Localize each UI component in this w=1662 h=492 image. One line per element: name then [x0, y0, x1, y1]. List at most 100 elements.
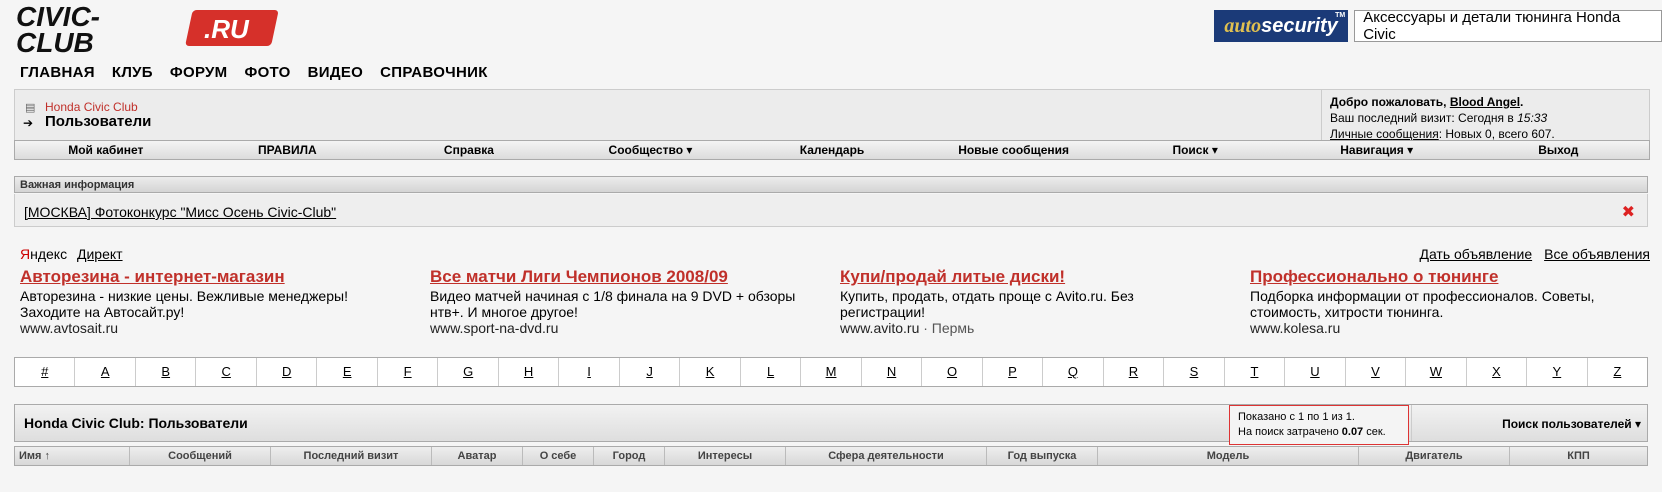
letter-link[interactable]: X [1467, 358, 1528, 386]
ad-url[interactable]: www.kolesa.ru [1250, 320, 1340, 336]
topnav-photo[interactable]: ФОТО [244, 64, 290, 81]
direct-link[interactable]: Директ [77, 246, 123, 262]
column-last-visit[interactable]: Последний визит [271, 447, 432, 465]
forum-menubar: Мой кабинет ПРАВИЛА Справка Сообщество ▾… [14, 140, 1650, 160]
users-table-header: Имя ↑ Сообщений Последний визит Аватар О… [14, 446, 1648, 466]
topnav-club[interactable]: КЛУБ [112, 64, 153, 81]
column-city: Город [594, 447, 665, 465]
ad-title[interactable]: Все матчи Лиги Чемпионов 2008/09 [430, 268, 800, 285]
alphabet-filter: # A B C D E F G H I J K L M N O P Q R S … [14, 357, 1648, 387]
logo-ru: .RU [204, 14, 250, 44]
letter-link[interactable]: S [1164, 358, 1225, 386]
menu-calendar[interactable]: Календарь [741, 143, 923, 157]
menu-new-posts[interactable]: Новые сообщения [923, 143, 1105, 157]
column-model: Модель [1098, 447, 1359, 465]
menu-navigation[interactable]: Навигация ▾ [1286, 143, 1468, 157]
autosecurity-banner[interactable]: auto security TM Аксессуары и детали тюни… [1214, 9, 1662, 43]
ad-geo: · Пермь [919, 320, 975, 336]
letter-link[interactable]: Q [1043, 358, 1104, 386]
ad-url[interactable]: www.avtosait.ru [20, 320, 118, 336]
letter-link[interactable]: G [438, 358, 499, 386]
menu-search[interactable]: Поиск ▾ [1104, 143, 1286, 157]
give-ad-link[interactable]: Дать объявление [1419, 246, 1532, 262]
important-info-body: [МОСКВА] Фотоконкурс "Мисс Осень Civic-C… [14, 194, 1648, 227]
close-icon[interactable]: ✖ [1622, 202, 1635, 222]
column-transmission: КПП [1567, 450, 1590, 462]
letter-link[interactable]: D [257, 358, 318, 386]
users-list-header: Honda Civic Club: Пользователи Показано … [14, 404, 1648, 445]
top-navigation: ГЛАВНАЯ КЛУБ ФОРУМ ФОТО ВИДЕО СПРАВОЧНИК [20, 64, 488, 81]
ad-title[interactable]: Купи/продай литые диски! [840, 268, 1190, 285]
letter-link[interactable]: R [1104, 358, 1165, 386]
welcome-greeting: Добро пожаловать, [1330, 95, 1447, 109]
search-time-unit: сек. [1366, 426, 1386, 438]
topnav-reference[interactable]: СПРАВОЧНИК [380, 64, 488, 81]
letter-link[interactable]: T [1225, 358, 1286, 386]
autosecurity-logo[interactable]: auto security TM [1214, 10, 1349, 42]
column-name[interactable]: Имя ↑ [15, 447, 130, 465]
letter-link[interactable]: B [136, 358, 197, 386]
last-visit-time: 15:33 [1517, 111, 1548, 125]
brand-logo-security: security [1261, 14, 1338, 37]
breadcrumb-link[interactable]: Honda Civic Club [45, 100, 138, 114]
yandex-logo-y[interactable]: Я [20, 246, 30, 262]
letter-link[interactable]: I [559, 358, 620, 386]
yandex-logo-rest[interactable]: ндекс [30, 246, 67, 262]
letter-link[interactable]: J [620, 358, 681, 386]
brand-logo-auto: auto [1224, 14, 1262, 37]
letter-link[interactable]: H [499, 358, 560, 386]
brand-tagline[interactable]: Аксессуары и детали тюнинга Honda Civic [1354, 9, 1662, 43]
important-info-header: Важная информация [14, 176, 1648, 193]
ad-url[interactable]: www.avito.ru [840, 320, 919, 336]
letter-link[interactable]: Z [1588, 358, 1647, 386]
letter-link[interactable]: Y [1527, 358, 1588, 386]
ad-title[interactable]: Профессионально о тюнинге [1250, 268, 1620, 285]
letter-link[interactable]: # [15, 358, 76, 386]
menu-logout[interactable]: Выход [1468, 143, 1650, 157]
logo-line2: CLUB [16, 27, 94, 56]
letter-link[interactable]: A [75, 358, 136, 386]
letter-link[interactable]: V [1346, 358, 1407, 386]
topnav-video[interactable]: ВИДЕО [308, 64, 363, 81]
letter-link[interactable]: E [317, 358, 378, 386]
letter-link[interactable]: W [1406, 358, 1467, 386]
site-logo[interactable]: CIVIC- CLUB .RU [14, 4, 294, 56]
menu-help[interactable]: Справка [378, 143, 560, 157]
ad-block: Профессионально о тюнинге Подборка инфор… [1250, 268, 1620, 336]
letter-link[interactable]: U [1285, 358, 1346, 386]
page-title: Пользователи [45, 113, 152, 130]
header-divider [1411, 405, 1412, 441]
topnav-forum[interactable]: ФОРУМ [170, 64, 228, 81]
yandex-direct-header: Яндекс Директ [20, 246, 123, 262]
search-users-button[interactable]: Поиск пользователей ▾ [1502, 417, 1641, 431]
letter-link[interactable]: F [378, 358, 439, 386]
column-posts[interactable]: Сообщений [130, 447, 271, 465]
letter-link[interactable]: P [983, 358, 1044, 386]
ad-text: Купить, продать, отдать проще с Avito.ru… [840, 288, 1134, 320]
results-summary: Показано с 1 по 1 из 1. На поиск затраче… [1229, 405, 1409, 445]
users-list-title: Honda Civic Club: Пользователи [24, 415, 248, 431]
letter-link[interactable]: N [862, 358, 923, 386]
letter-link[interactable]: L [741, 358, 802, 386]
letter-link[interactable]: M [801, 358, 862, 386]
menu-community[interactable]: Сообщество ▾ [560, 143, 742, 157]
username-link[interactable]: Blood Angel [1450, 95, 1520, 109]
announcement-link[interactable]: [МОСКВА] Фотоконкурс "Мисс Осень Civic-C… [24, 204, 336, 220]
all-ads-link[interactable]: Все объявления [1544, 246, 1650, 262]
ad-url[interactable]: www.sport-na-dvd.ru [430, 320, 558, 336]
letter-link[interactable]: C [196, 358, 257, 386]
letter-link[interactable]: K [680, 358, 741, 386]
menu-my-cabinet[interactable]: Мой кабинет [15, 143, 197, 157]
topnav-home[interactable]: ГЛАВНАЯ [20, 64, 95, 81]
ad-text: Авторезина - низкие цены. Вежливые менед… [20, 288, 348, 320]
column-about: О себе [523, 447, 594, 465]
menu-rules[interactable]: ПРАВИЛА [197, 143, 379, 157]
forum-home-icon[interactable]: ▤ [25, 101, 35, 114]
private-messages-count: : Новых 0, всего 607. [1438, 127, 1555, 141]
column-engine: Двигатель [1359, 447, 1510, 465]
letter-link[interactable]: O [922, 358, 983, 386]
column-year: Год выпуска [987, 447, 1098, 465]
ad-block: Все матчи Лиги Чемпионов 2008/09 Видео м… [430, 268, 800, 336]
private-messages-link[interactable]: Личные сообщения [1330, 127, 1439, 141]
ad-title[interactable]: Авторезина - интернет-магазин [20, 268, 390, 285]
